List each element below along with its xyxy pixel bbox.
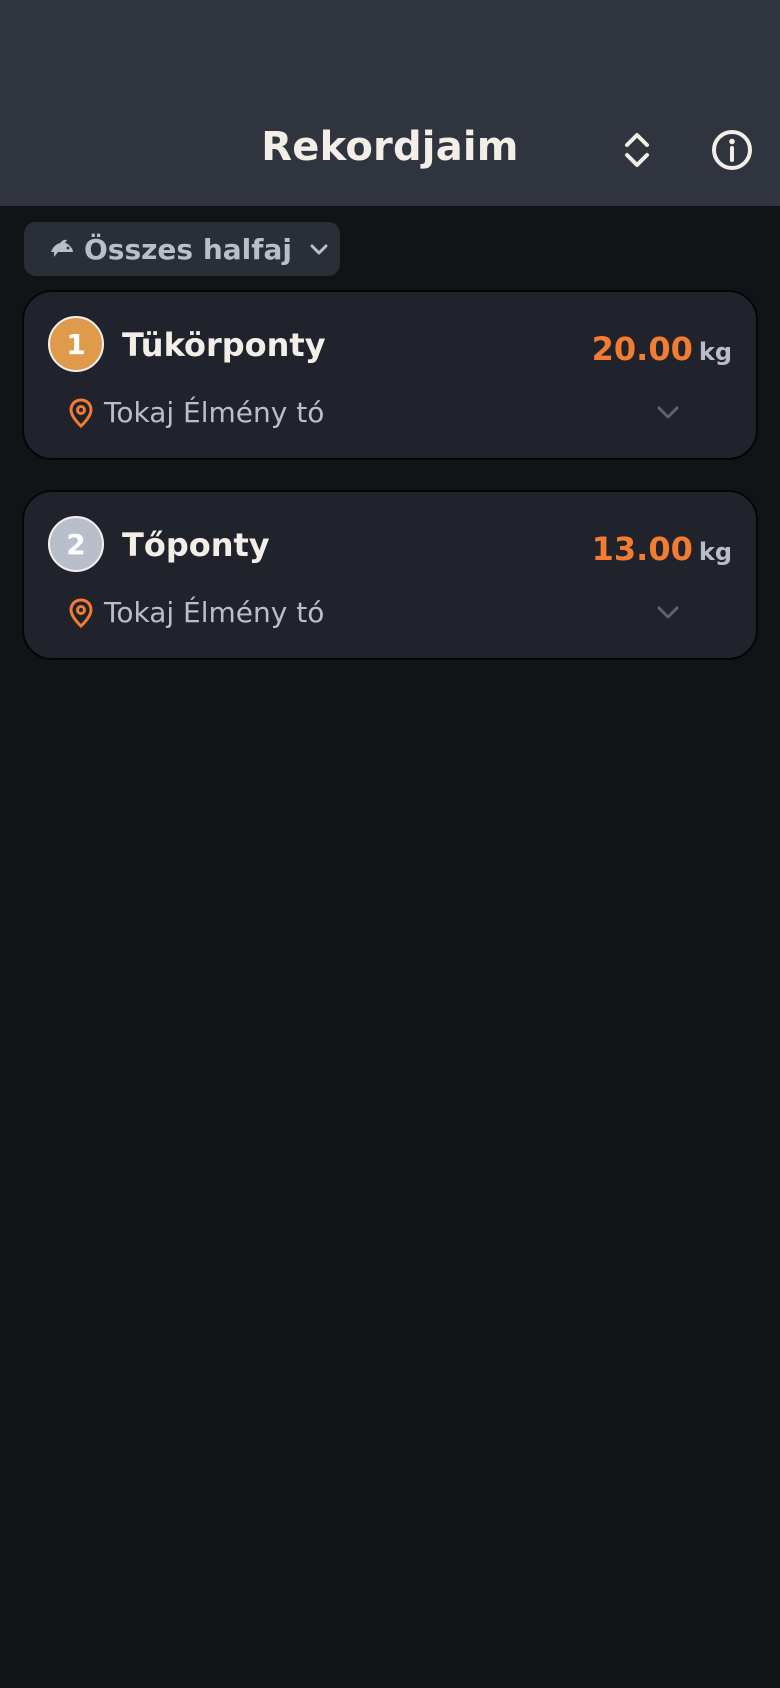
expand-button[interactable]	[648, 392, 688, 432]
chevron-down-icon	[657, 606, 679, 619]
chevron-down-icon	[310, 244, 328, 255]
chevron-down-icon	[657, 406, 679, 419]
top-app-bar: Rekordjaim	[0, 0, 780, 206]
page-title: Rekordjaim	[261, 124, 519, 170]
records-screen: Rekordjaim Összes halfaj 1 Tükörponty 20…	[0, 0, 780, 1688]
record-location: Tokaj Élmény tó	[68, 396, 324, 429]
record-weight: 20.00 kg	[592, 330, 732, 368]
info-button[interactable]	[706, 124, 758, 176]
weight-unit: kg	[698, 538, 732, 566]
weight-value: 20.00	[591, 330, 693, 368]
record-card[interactable]: 1 Tükörponty 20.00 kg Tokaj Élmény tó	[22, 290, 758, 460]
expand-button[interactable]	[648, 592, 688, 632]
record-card[interactable]: 2 Tőponty 13.00 kg Tokaj Élmény tó	[22, 490, 758, 660]
location-pin-icon	[69, 597, 93, 628]
rank-badge: 2	[48, 516, 104, 572]
location-name: Tokaj Élmény tó	[104, 396, 325, 429]
sort-button[interactable]	[611, 124, 663, 176]
record-weight: 13.00 kg	[592, 530, 732, 568]
filter-label: Összes halfaj	[84, 232, 292, 266]
location-name: Tokaj Élmény tó	[104, 596, 325, 629]
fish-icon	[51, 239, 73, 257]
species-name: Tőponty	[122, 526, 270, 564]
info-icon	[712, 130, 752, 170]
sort-updown-icon	[625, 133, 649, 167]
weight-unit: kg	[698, 338, 732, 366]
location-pin-icon	[69, 397, 93, 428]
rank-badge: 1	[48, 316, 104, 372]
species-filter-dropdown[interactable]: Összes halfaj	[24, 222, 340, 276]
weight-value: 13.00	[591, 530, 693, 568]
record-location: Tokaj Élmény tó	[68, 596, 324, 629]
species-name: Tükörponty	[122, 326, 326, 364]
